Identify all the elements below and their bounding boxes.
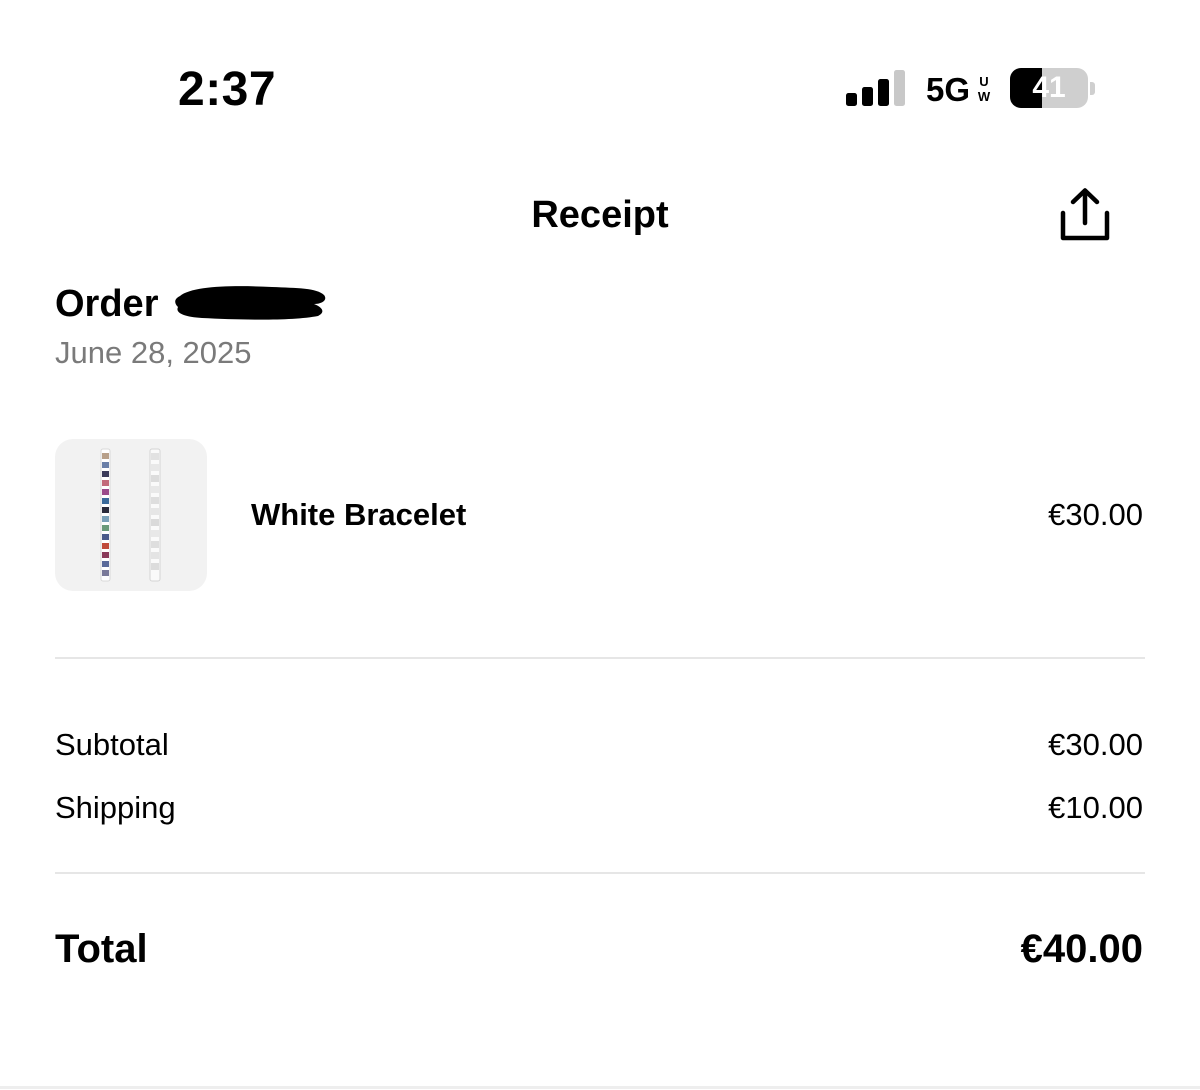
- bracelet-image[interactable]: [55, 439, 207, 591]
- signal-icon: [846, 70, 906, 106]
- item-price: €30.00: [1048, 497, 1143, 532]
- network-type: 5G: [926, 71, 971, 108]
- battery-icon: 41: [1010, 68, 1088, 108]
- order-date: June 28, 2025: [55, 335, 252, 370]
- order-label: Order: [55, 283, 159, 325]
- receipt-screen: 2:37 5G UW 41 Receipt Order June 28, 202…: [0, 0, 1200, 1090]
- bottom-divider: [0, 1086, 1200, 1089]
- battery-percent: 41: [1032, 71, 1066, 104]
- item-name[interactable]: White Bracelet: [251, 496, 466, 534]
- divider: [55, 657, 1145, 659]
- share-button[interactable]: [1054, 184, 1116, 246]
- shipping-label: Shipping: [55, 790, 176, 825]
- subtotal-label: Subtotal: [55, 727, 169, 762]
- bracelet-illustration: [100, 448, 161, 582]
- battery-cap: [1090, 82, 1095, 95]
- order-heading: Order: [55, 280, 158, 328]
- status-time: 2:37: [178, 63, 277, 116]
- total-value: €40.00: [1020, 927, 1143, 971]
- subtotal-value: €30.00: [1048, 727, 1143, 762]
- shipping-value: €10.00: [1048, 790, 1143, 825]
- share-icon: [1060, 188, 1110, 241]
- page-title: Receipt: [531, 194, 669, 236]
- redacted-order-number: [175, 286, 326, 320]
- network-badge: UW: [977, 74, 991, 104]
- total-label: Total: [55, 927, 148, 971]
- divider: [55, 872, 1145, 874]
